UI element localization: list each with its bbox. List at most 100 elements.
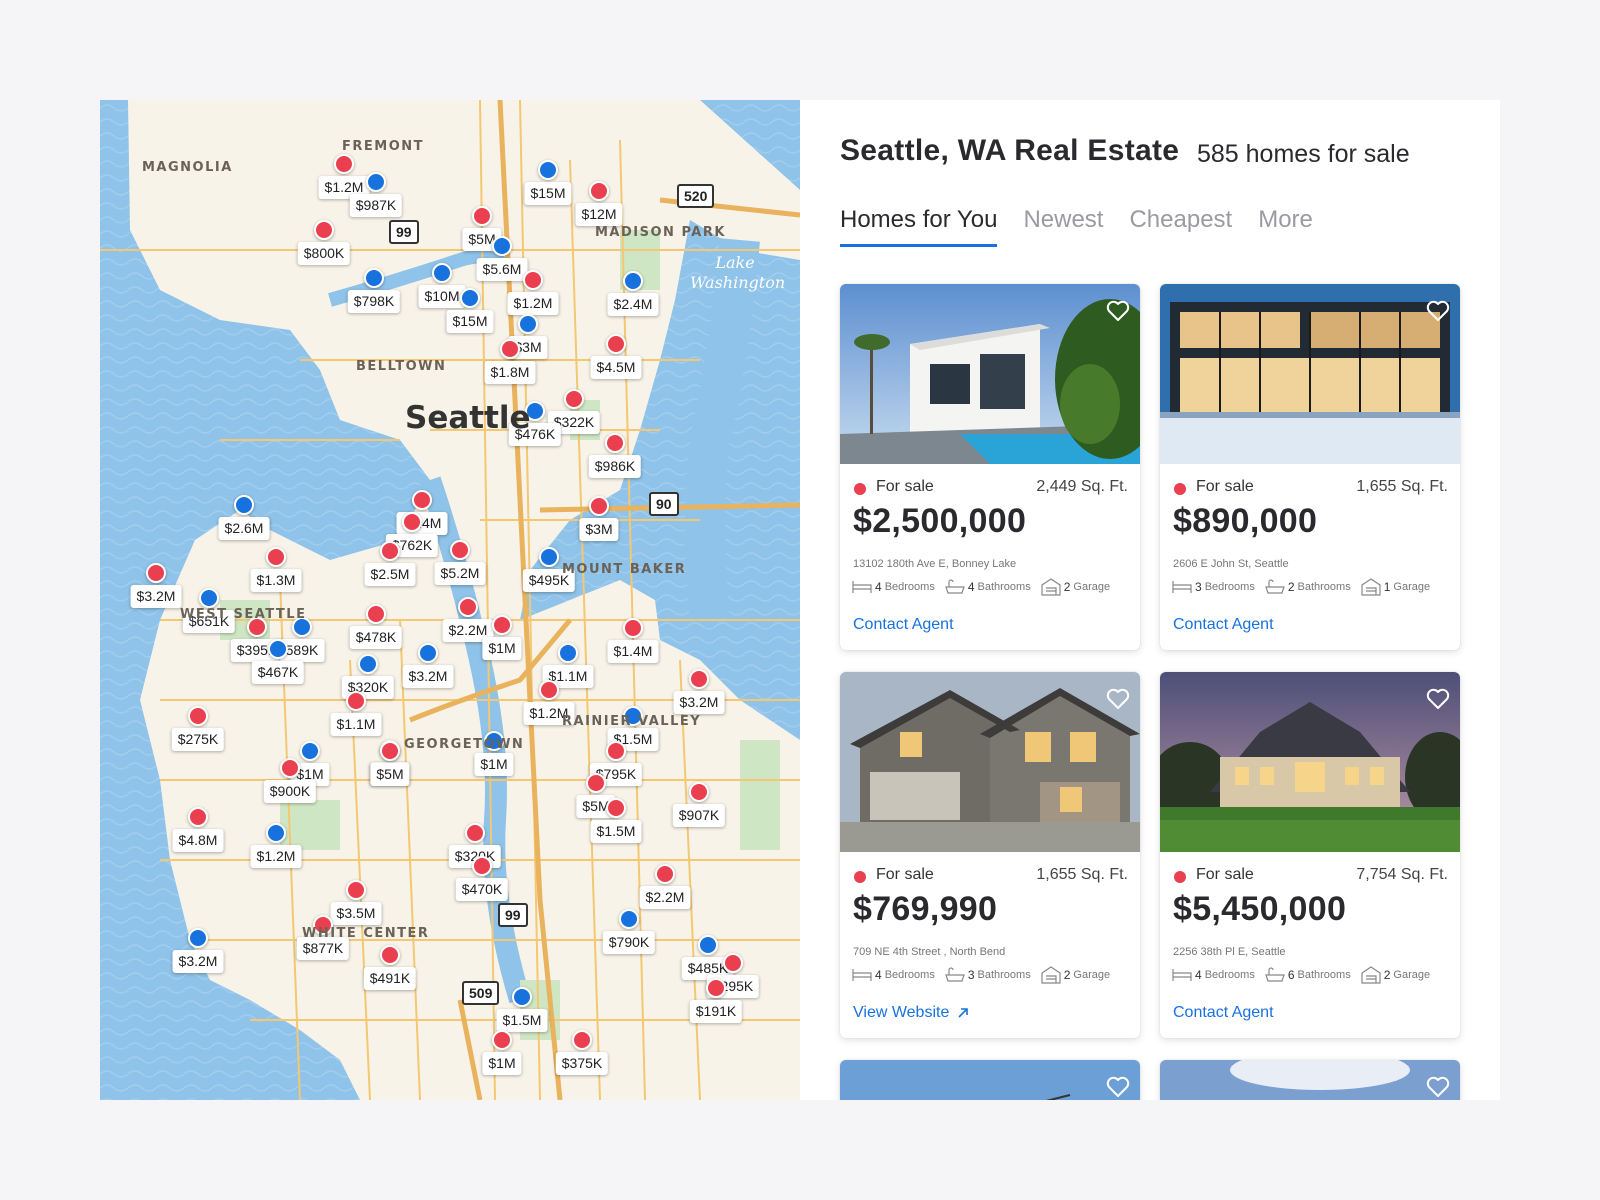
map-pin-red[interactable] (572, 1030, 592, 1050)
map-pin-blue[interactable] (619, 909, 639, 929)
map-pin-red[interactable] (689, 782, 709, 802)
map-pin-blue[interactable] (698, 935, 718, 955)
map-pin-red[interactable] (346, 880, 366, 900)
map-price-label[interactable]: $1M (474, 753, 514, 776)
map-pin-red[interactable] (334, 154, 354, 174)
listing-card[interactable]: For sale 2,449 Sq. Ft. $2,500,000 13102 … (840, 284, 1140, 650)
listing-card[interactable]: For sale 1,655 Sq. Ft. $769,990 709 NE 4… (840, 672, 1140, 1038)
map-pin-blue[interactable] (188, 928, 208, 948)
map-pin-red[interactable] (472, 206, 492, 226)
map-price-label[interactable]: $2.5M (364, 563, 416, 586)
map-price-label[interactable]: $3.2M (402, 665, 454, 688)
map-price-label[interactable]: $986K (588, 455, 642, 478)
map-pin-red[interactable] (606, 741, 626, 761)
map-price-label[interactable]: $12M (575, 203, 623, 226)
map-pin-blue[interactable] (366, 172, 386, 192)
map-price-label[interactable]: $1.8M (484, 361, 536, 384)
map[interactable]: $1.2M $987K $800K $798K $15M $12M $5M $5.6M $10M… (100, 100, 800, 1100)
map-pin-red[interactable] (539, 680, 559, 700)
map-pin-red[interactable] (412, 490, 432, 510)
map-pin-red[interactable] (492, 1030, 512, 1050)
map-pin-red[interactable] (266, 547, 286, 567)
map-price-label[interactable]: $3.2M (172, 950, 224, 973)
map-price-label[interactable]: $191K (689, 1000, 743, 1023)
map-pin-red[interactable] (706, 978, 726, 998)
map-price-label[interactable]: $15M (524, 182, 572, 205)
favorite-heart-icon[interactable] (1426, 688, 1450, 710)
map-price-label[interactable]: $2.2M (639, 886, 691, 909)
map-pin-red[interactable] (605, 433, 625, 453)
map-price-label[interactable]: $375K (555, 1052, 609, 1075)
map-price-label[interactable]: $275K (171, 728, 225, 751)
map-price-label[interactable]: $3.5M (330, 902, 382, 925)
map-pin-red[interactable] (689, 669, 709, 689)
map-price-label[interactable]: $1.4M (607, 640, 659, 663)
map-pin-blue[interactable] (364, 268, 384, 288)
map-price-label[interactable]: $467K (251, 661, 305, 684)
map-pin-blue[interactable] (558, 643, 578, 663)
map-pin-red[interactable] (346, 691, 366, 711)
map-pin-blue[interactable] (234, 495, 254, 515)
map-price-label[interactable]: $790K (602, 931, 656, 954)
map-pin-red[interactable] (606, 798, 626, 818)
map-pin-blue[interactable] (538, 160, 558, 180)
map-pin-red[interactable] (606, 334, 626, 354)
map-pin-blue[interactable] (460, 288, 480, 308)
map-pin-red[interactable] (188, 706, 208, 726)
contact-agent-link[interactable]: Contact Agent (1173, 1004, 1274, 1022)
map-pin-blue[interactable] (418, 643, 438, 663)
map-price-label[interactable]: $1.3M (250, 569, 302, 592)
favorite-heart-icon[interactable] (1426, 300, 1450, 322)
map-price-label[interactable]: $798K (347, 290, 401, 313)
map-price-label[interactable]: $1.2M (250, 845, 302, 868)
map-pin-red[interactable] (586, 773, 606, 793)
map-price-label[interactable]: $491K (363, 967, 417, 990)
map-pin-red[interactable] (465, 823, 485, 843)
map-pin-red[interactable] (280, 758, 300, 778)
map-pin-blue[interactable] (266, 823, 286, 843)
map-pin-blue[interactable] (432, 263, 452, 283)
map-pin-red[interactable] (589, 181, 609, 201)
map-price-label[interactable]: $1M (482, 1052, 522, 1075)
map-pin-blue[interactable] (300, 741, 320, 761)
map-price-label[interactable]: $4.5M (590, 356, 642, 379)
map-price-label[interactable]: $987K (349, 194, 403, 217)
map-price-label[interactable]: $1.5M (496, 1009, 548, 1032)
map-pin-red[interactable] (472, 856, 492, 876)
map-pin-red[interactable] (458, 597, 478, 617)
map-pin-red[interactable] (492, 615, 512, 635)
map-pin-red[interactable] (564, 389, 584, 409)
map-pin-red[interactable] (655, 864, 675, 884)
map-price-label[interactable]: $3M (579, 518, 619, 541)
map-pin-blue[interactable] (512, 987, 532, 1007)
listing-card[interactable] (840, 1060, 1140, 1100)
map-pin-red[interactable] (500, 339, 520, 359)
map-pin-red[interactable] (523, 270, 543, 290)
map-pin-blue[interactable] (623, 271, 643, 291)
map-price-label[interactable]: $1M (482, 637, 522, 660)
favorite-heart-icon[interactable] (1426, 1076, 1450, 1098)
favorite-heart-icon[interactable] (1106, 688, 1130, 710)
map-pin-red[interactable] (589, 496, 609, 516)
map-pin-red[interactable] (402, 512, 422, 532)
map-price-label[interactable]: $478K (349, 626, 403, 649)
map-pin-blue[interactable] (492, 236, 512, 256)
listing-card[interactable]: For sale 1,655 Sq. Ft. $890,000 2606 E J… (1160, 284, 1460, 650)
map-pin-red[interactable] (380, 741, 400, 761)
contact-agent-link[interactable]: Contact Agent (1173, 616, 1274, 634)
map-pin-red[interactable] (450, 540, 470, 560)
contact-agent-link[interactable]: Contact Agent (853, 616, 954, 634)
map-pin-red[interactable] (380, 945, 400, 965)
tab-cheapest[interactable]: Cheapest (1129, 206, 1232, 247)
favorite-heart-icon[interactable] (1106, 1076, 1130, 1098)
map-price-label[interactable]: $5.6M (476, 258, 528, 281)
map-price-label[interactable]: $4.8M (172, 829, 224, 852)
map-price-label[interactable]: $900K (263, 780, 317, 803)
map-pin-red[interactable] (623, 618, 643, 638)
map-price-label[interactable]: $1.2M (507, 292, 559, 315)
map-pin-blue[interactable] (199, 588, 219, 608)
map-pin-blue[interactable] (518, 314, 538, 334)
tab-more[interactable]: More (1258, 206, 1313, 247)
map-pin-red[interactable] (380, 541, 400, 561)
map-price-label[interactable]: $2.6M (218, 517, 270, 540)
